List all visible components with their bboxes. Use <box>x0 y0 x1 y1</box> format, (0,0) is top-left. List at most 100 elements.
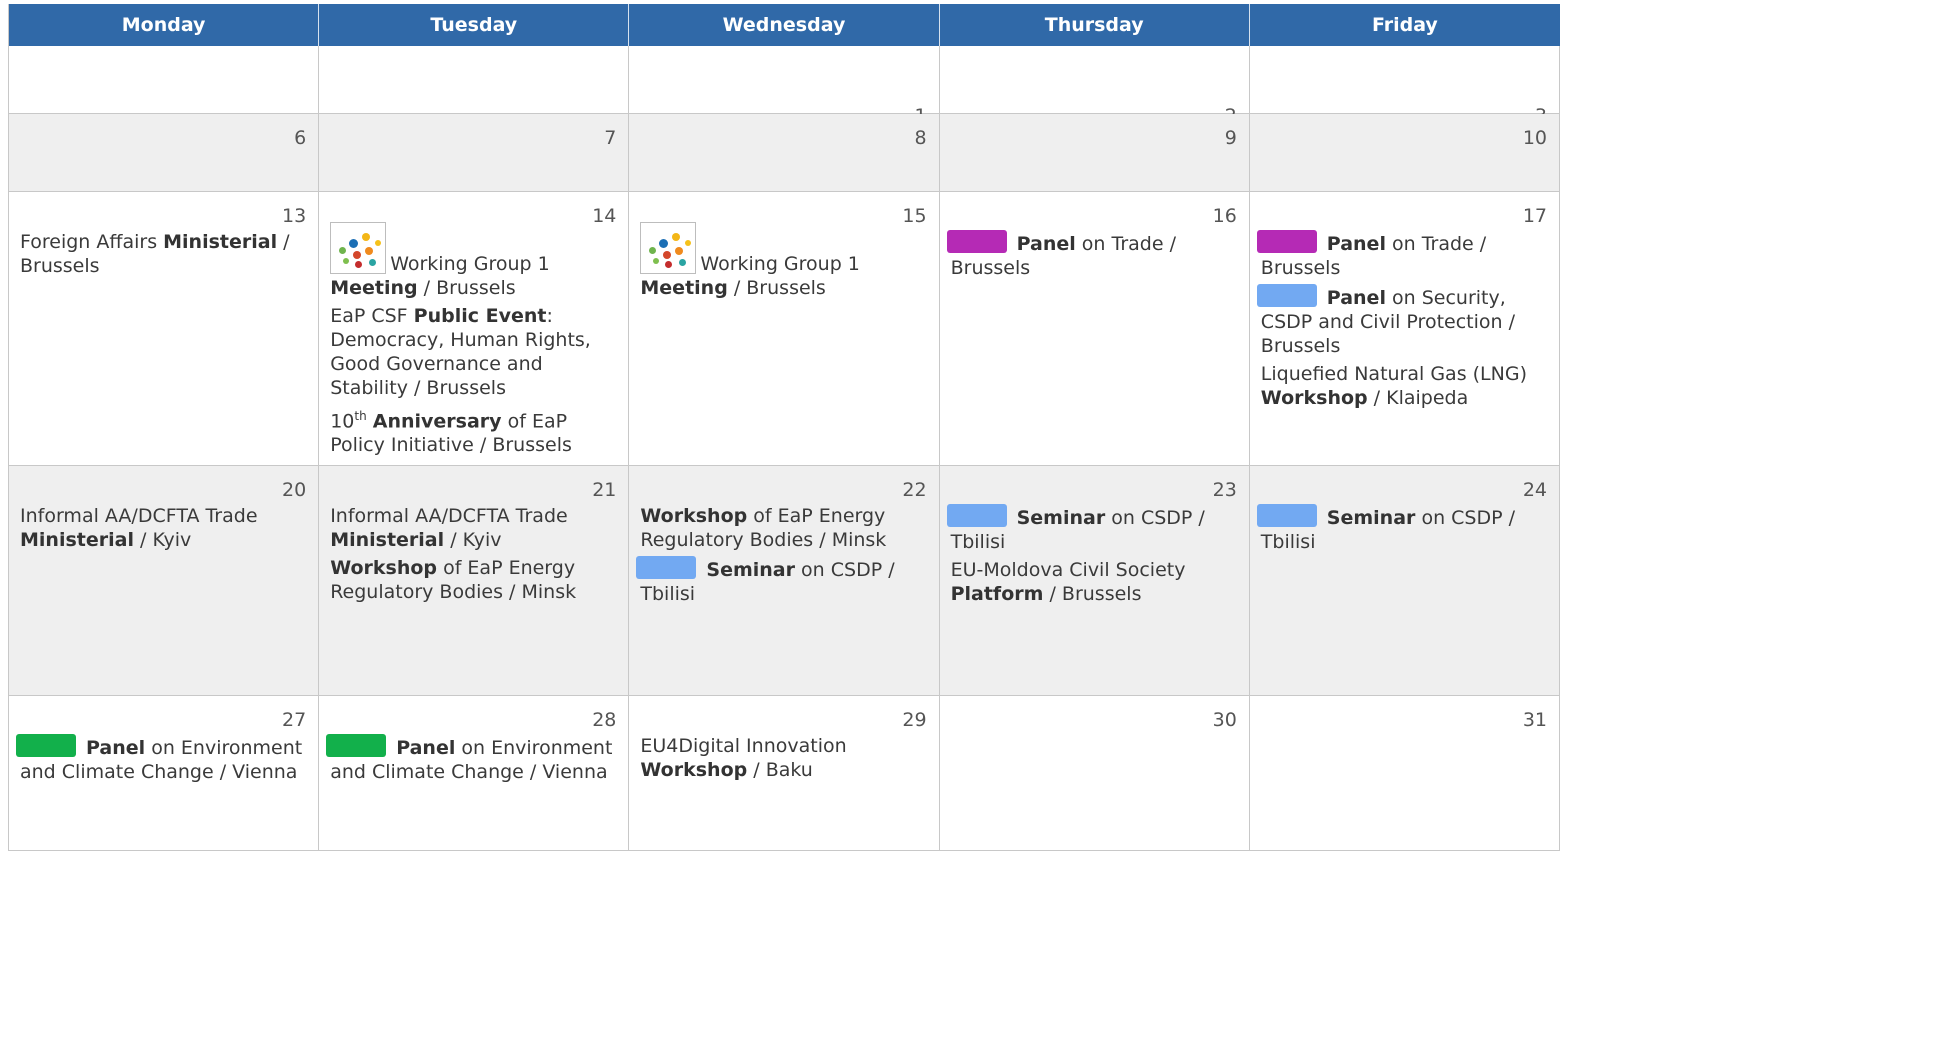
day-cell[interactable]: 17 Panel on Trade / Brussels Panel on Se… <box>1249 192 1560 466</box>
day-cell[interactable]: 2 <box>939 46 1250 127</box>
event-text: EaP CSF <box>330 305 414 327</box>
calendar-event[interactable]: Working Group 1 Meeting / Brussels <box>330 222 616 300</box>
day-number: 23 <box>1212 479 1237 501</box>
day-cell[interactable]: 16 Panel on Trade / Brussels <box>939 192 1250 466</box>
day-cell[interactable]: 27 Panel on Environment and Climate Chan… <box>9 696 320 851</box>
event-type: Workshop <box>1260 387 1368 409</box>
security-panel-color-tag <box>636 556 697 579</box>
event-text: Informal AA/DCFTA Trade <box>20 505 258 527</box>
calendar-event[interactable]: EaP CSF Public Event: Democracy, Human R… <box>330 304 616 400</box>
day-number: 6 <box>294 127 307 149</box>
calendar-event[interactable]: Informal AA/DCFTA Trade Ministerial / Ky… <box>20 504 306 552</box>
event-type: Panel <box>396 737 456 759</box>
ordinal-suffix: th <box>354 409 367 423</box>
day-cell[interactable]: 8 <box>629 114 940 192</box>
event-type: Platform <box>950 583 1044 605</box>
day-cell[interactable]: 31 <box>1249 696 1560 851</box>
day-number: 21 <box>592 479 617 501</box>
event-text: Working Group 1 <box>390 253 550 275</box>
header-friday: Friday <box>1249 4 1560 46</box>
calendar-event[interactable]: EU-Moldova Civil Society Platform / Brus… <box>951 558 1237 606</box>
environment-panel-color-tag <box>16 734 76 757</box>
calendar-event[interactable]: Panel on Security, CSDP and Civil Protec… <box>1256 284 1547 358</box>
day-number: 9 <box>1224 127 1237 149</box>
eap-platform-logo-icon <box>640 222 697 274</box>
security-panel-color-tag <box>1256 504 1317 527</box>
calendar-event[interactable]: Panel on Environment and Climate Change … <box>326 734 616 784</box>
day-cell[interactable]: 23 Seminar on CSDP / Tbilisi EU-Moldova … <box>939 466 1250 696</box>
event-text: Informal AA/DCFTA Trade <box>330 505 568 527</box>
day-number: 20 <box>282 479 307 501</box>
day-cell-empty <box>9 46 320 114</box>
event-text: / Brussels <box>417 277 516 299</box>
day-cell[interactable]: 1 <box>629 46 940 127</box>
calendar-event[interactable]: Workshop of EaP Energy Regulatory Bodies… <box>330 556 616 604</box>
calendar-event[interactable]: Seminar on CSDP / Tbilisi <box>636 556 926 606</box>
trade-panel-color-tag <box>946 230 1007 253</box>
calendar-event[interactable]: Working Group 1 Meeting / Brussels <box>640 222 926 300</box>
day-cell[interactable]: 7 <box>319 114 630 192</box>
day-cell[interactable]: 28 Panel on Environment and Climate Chan… <box>319 696 630 851</box>
calendar-event[interactable]: Panel on Trade / Brussels <box>946 230 1237 280</box>
calendar-event[interactable]: Seminar on CSDP / Tbilisi <box>1256 504 1547 554</box>
header-tuesday: Tuesday <box>319 4 630 46</box>
day-cell[interactable]: 6 <box>9 114 320 192</box>
event-text: / Brussels <box>727 277 826 299</box>
day-number: 10 <box>1522 127 1547 149</box>
event-type: Panel <box>1016 233 1076 255</box>
security-panel-color-tag <box>946 504 1007 527</box>
calendar-event[interactable]: EU4Digital Innovation Workshop / Baku <box>640 734 926 782</box>
day-cell[interactable]: 20 Informal AA/DCFTA Trade Ministerial /… <box>9 466 320 696</box>
event-text: / Klaipeda <box>1367 387 1469 409</box>
environment-panel-color-tag <box>326 734 387 757</box>
event-type: Workshop <box>330 557 438 579</box>
day-cell[interactable]: 10 <box>1249 114 1560 192</box>
day-number: 8 <box>914 127 927 149</box>
trade-panel-color-tag <box>1256 230 1317 253</box>
day-cell[interactable]: 14 Working Group 1 Meeting / Brussels Ea… <box>319 192 630 466</box>
day-cell[interactable]: 9 <box>939 114 1250 192</box>
day-number: 29 <box>902 709 927 731</box>
calendar-event[interactable]: Liquefied Natural Gas (LNG) Workshop / K… <box>1261 362 1547 410</box>
day-cell[interactable]: 13 Foreign Affairs Ministerial / Brussel… <box>9 192 320 466</box>
event-type: Seminar <box>1326 507 1416 529</box>
day-cell[interactable]: 3 <box>1249 46 1560 127</box>
day-cell[interactable]: 22 Workshop of EaP Energy Regulatory Bod… <box>629 466 940 696</box>
calendar-event[interactable]: Seminar on CSDP / Tbilisi <box>946 504 1237 554</box>
header-wednesday: Wednesday <box>629 4 940 46</box>
event-type: Meeting <box>640 277 728 299</box>
calendar-event[interactable]: Informal AA/DCFTA Trade Ministerial / Ky… <box>330 504 616 552</box>
event-type: Panel <box>86 737 146 759</box>
day-cell-empty <box>319 46 630 114</box>
calendar-event[interactable]: 10th Anniversary of EaP Policy Initiativ… <box>330 404 616 457</box>
event-type: Ministerial <box>163 231 278 253</box>
day-number: 28 <box>592 709 617 731</box>
event-text: / Kyiv <box>133 529 192 551</box>
event-text: Foreign Affairs <box>20 231 164 253</box>
day-cell[interactable]: 29 EU4Digital Innovation Workshop / Baku <box>629 696 940 851</box>
day-cell[interactable]: 15 Working Group 1 Meeting / Brussels <box>629 192 940 466</box>
day-cell[interactable]: 24 Seminar on CSDP / Tbilisi <box>1249 466 1560 696</box>
calendar-event[interactable]: Panel on Trade / Brussels <box>1256 230 1547 280</box>
header-thursday: Thursday <box>939 4 1250 46</box>
event-type: Public Event <box>413 305 547 327</box>
event-text: EU4Digital Innovation <box>640 735 847 757</box>
event-type: Seminar <box>706 559 795 581</box>
event-type: Seminar <box>1016 507 1106 529</box>
month-calendar: Monday Tuesday Wednesday Thursday Friday… <box>8 4 1560 851</box>
event-type: Ministerial <box>330 529 445 551</box>
day-number: 30 <box>1212 709 1237 731</box>
day-number: 15 <box>902 205 927 227</box>
day-cell[interactable]: 30 <box>939 696 1250 851</box>
event-text: / Brussels <box>1043 583 1142 605</box>
calendar-event[interactable]: Panel on Environment and Climate Change … <box>16 734 306 784</box>
calendar-event[interactable]: Workshop of EaP Energy Regulatory Bodies… <box>640 504 926 552</box>
header-monday: Monday <box>9 4 320 46</box>
day-number: 22 <box>902 479 927 501</box>
calendar-event[interactable]: Foreign Affairs Ministerial / Brussels <box>20 230 306 278</box>
day-number: 7 <box>604 127 617 149</box>
event-type: Anniversary <box>372 410 502 433</box>
event-text: / Kyiv <box>444 529 502 551</box>
security-panel-color-tag <box>1256 284 1317 307</box>
day-cell[interactable]: 21 Informal AA/DCFTA Trade Ministerial /… <box>319 466 630 696</box>
